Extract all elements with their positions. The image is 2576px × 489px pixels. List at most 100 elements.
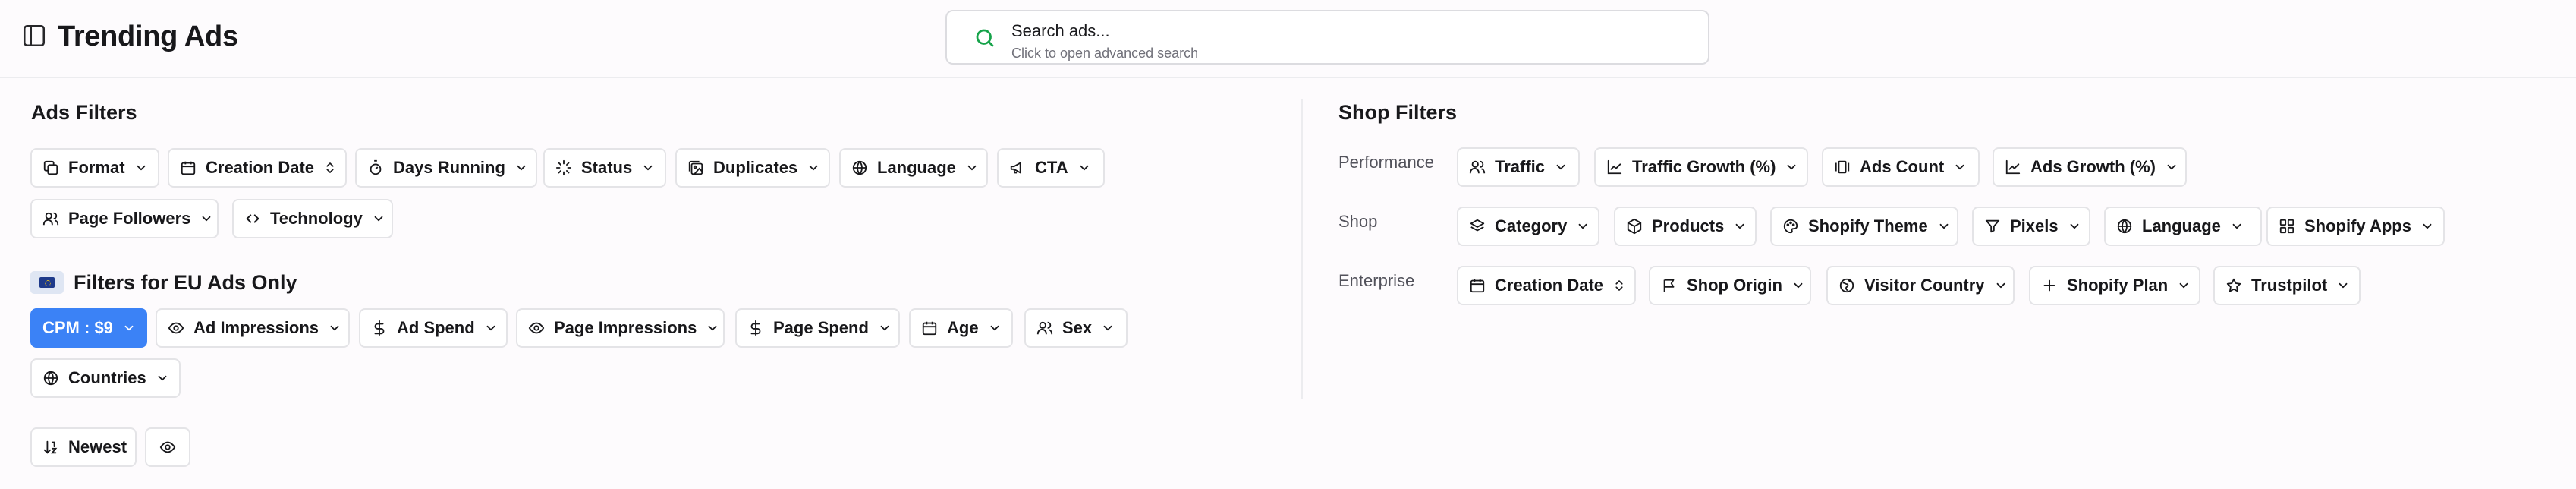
star-icon <box>2226 278 2241 292</box>
filter-duplicates-label: Duplicates <box>713 158 798 177</box>
search-icon <box>976 29 994 47</box>
filter-ad-spend[interactable]: Ad Spend <box>359 308 508 348</box>
calendar-icon <box>1470 279 1485 293</box>
line-chart-icon <box>1607 159 1622 175</box>
users-icon <box>42 212 59 226</box>
filter-shop-origin[interactable]: Shop Origin <box>1649 266 1811 305</box>
filter-shop-origin-label: Shop Origin <box>1687 276 1782 295</box>
filter-shop-language[interactable]: Language <box>2104 207 2262 246</box>
filter-age[interactable]: Age <box>909 308 1013 348</box>
filter-shopify-theme-label: Shopify Theme <box>1808 216 1928 235</box>
filter-pixels-label: Pixels <box>2010 216 2059 235</box>
megaphone-icon <box>1010 162 1021 174</box>
filter-cpm[interactable]: CPM : $9 <box>30 308 147 348</box>
chevron-down-icon <box>134 161 148 175</box>
top-bar: Trending Ads Search ads... Click to open… <box>0 0 2576 78</box>
chevron-down-icon <box>484 321 498 335</box>
performance-label: Performance <box>1338 153 1434 172</box>
filter-visitor-country-label: Visitor Country <box>1864 276 1985 295</box>
chevron-down-icon <box>641 161 655 175</box>
dollar-icon <box>374 320 385 336</box>
filter-page-followers-label: Page Followers <box>68 209 191 228</box>
filter-shopify-plan[interactable]: Shopify Plan <box>2029 266 2200 305</box>
line-chart-icon <box>2005 159 2021 175</box>
chevron-down-icon <box>156 371 169 385</box>
eye-icon <box>159 441 176 453</box>
chevron-down-icon <box>2177 279 2191 292</box>
filter-ads-growth-label: Ads Growth (%) <box>2030 157 2156 176</box>
filter-cta[interactable]: CTA <box>997 148 1105 188</box>
filter-sex[interactable]: Sex <box>1024 308 1128 348</box>
loader-icon <box>555 159 572 176</box>
sort-updown-icon <box>323 161 337 175</box>
sidebar-toggle-icon[interactable] <box>21 23 47 49</box>
filter-trustpilot[interactable]: Trustpilot <box>2213 266 2361 305</box>
images-icon <box>688 160 703 175</box>
filter-duplicates[interactable]: Duplicates <box>675 148 830 188</box>
filter-page-spend[interactable]: Page Spend <box>735 308 900 348</box>
search-label: Search ads... <box>1011 21 1110 40</box>
plus-icon <box>2043 279 2055 292</box>
filter-days-running[interactable]: Days Running <box>355 148 537 188</box>
filter-page-followers[interactable]: Page Followers <box>30 199 219 238</box>
filter-shop-creation-date[interactable]: Creation Date <box>1457 266 1636 305</box>
filter-visitor-country[interactable]: Visitor Country <box>1826 266 2015 305</box>
filter-page-impressions[interactable]: Page Impressions <box>516 308 725 348</box>
filter-technology[interactable]: Technology <box>232 199 393 238</box>
dollar-icon <box>750 320 761 336</box>
chevron-down-icon <box>2230 219 2244 233</box>
filter-shop-language-label: Language <box>2142 216 2221 235</box>
filter-shopify-plan-label: Shopify Plan <box>2067 276 2169 295</box>
filter-category-label: Category <box>1495 216 1568 235</box>
filter-ad-impressions[interactable]: Ad Impressions <box>156 308 350 348</box>
filter-status-label: Status <box>581 158 633 177</box>
filter-format-label: Format <box>68 158 125 177</box>
filter-icon <box>1985 219 2000 233</box>
filter-status[interactable]: Status <box>543 148 666 188</box>
chevron-down-icon <box>1077 161 1091 175</box>
filter-pixels[interactable]: Pixels <box>1972 207 2090 246</box>
chevron-down-icon <box>878 321 892 335</box>
filter-category[interactable]: Category <box>1457 207 1599 246</box>
eye-icon <box>528 322 545 334</box>
toggle-visibility-button[interactable] <box>145 427 190 467</box>
filter-ads-count[interactable]: Ads Count <box>1822 147 1980 187</box>
filter-products[interactable]: Products <box>1614 207 1757 246</box>
chevron-down-icon <box>1785 160 1798 174</box>
chevron-down-icon <box>706 321 719 335</box>
timer-icon <box>370 159 382 175</box>
filter-countries[interactable]: Countries <box>30 358 181 398</box>
users-icon <box>1469 160 1486 174</box>
filter-creation-date[interactable]: Creation Date <box>168 148 347 188</box>
filter-shop-creation-date-label: Creation Date <box>1495 276 1604 295</box>
filter-page-spend-label: Page Spend <box>773 318 869 337</box>
shop-filters-title: Shop Filters <box>1338 101 1458 124</box>
chevron-down-icon <box>1576 219 1590 233</box>
filter-format[interactable]: Format <box>30 148 159 188</box>
shop-label: Shop <box>1338 212 1378 231</box>
filter-ad-spend-label: Ad Spend <box>397 318 475 337</box>
section-divider <box>1301 99 1303 399</box>
search-box[interactable]: Search ads... Click to open advanced sea… <box>945 10 1709 65</box>
filter-traffic-growth[interactable]: Traffic Growth (%) <box>1594 147 1808 187</box>
chevron-down-icon <box>965 161 979 175</box>
chevron-down-icon <box>514 161 528 175</box>
filter-cpm-label: CPM : $9 <box>42 318 113 337</box>
filter-language[interactable]: Language <box>839 148 988 188</box>
chevron-down-icon <box>1101 321 1115 335</box>
filter-ads-growth[interactable]: Ads Growth (%) <box>1993 147 2187 187</box>
apps-grid-icon <box>2279 219 2294 234</box>
chevron-down-icon <box>2165 160 2178 174</box>
filter-shopify-apps-label: Shopify Apps <box>2304 216 2411 235</box>
chevron-down-icon <box>807 161 820 175</box>
filter-shopify-apps[interactable]: Shopify Apps <box>2266 207 2445 246</box>
filter-shopify-theme[interactable]: Shopify Theme <box>1770 207 1958 246</box>
chevron-down-icon <box>1937 219 1951 233</box>
filter-traffic-label: Traffic <box>1495 157 1546 176</box>
filter-traffic[interactable]: Traffic <box>1457 147 1580 187</box>
sort-button[interactable]: Newest <box>30 427 137 467</box>
globe-pin-icon <box>1839 278 1854 293</box>
filter-ad-impressions-label: Ad Impressions <box>193 318 319 337</box>
layers-icon <box>1470 219 1485 232</box>
chevron-down-icon <box>1733 219 1747 233</box>
